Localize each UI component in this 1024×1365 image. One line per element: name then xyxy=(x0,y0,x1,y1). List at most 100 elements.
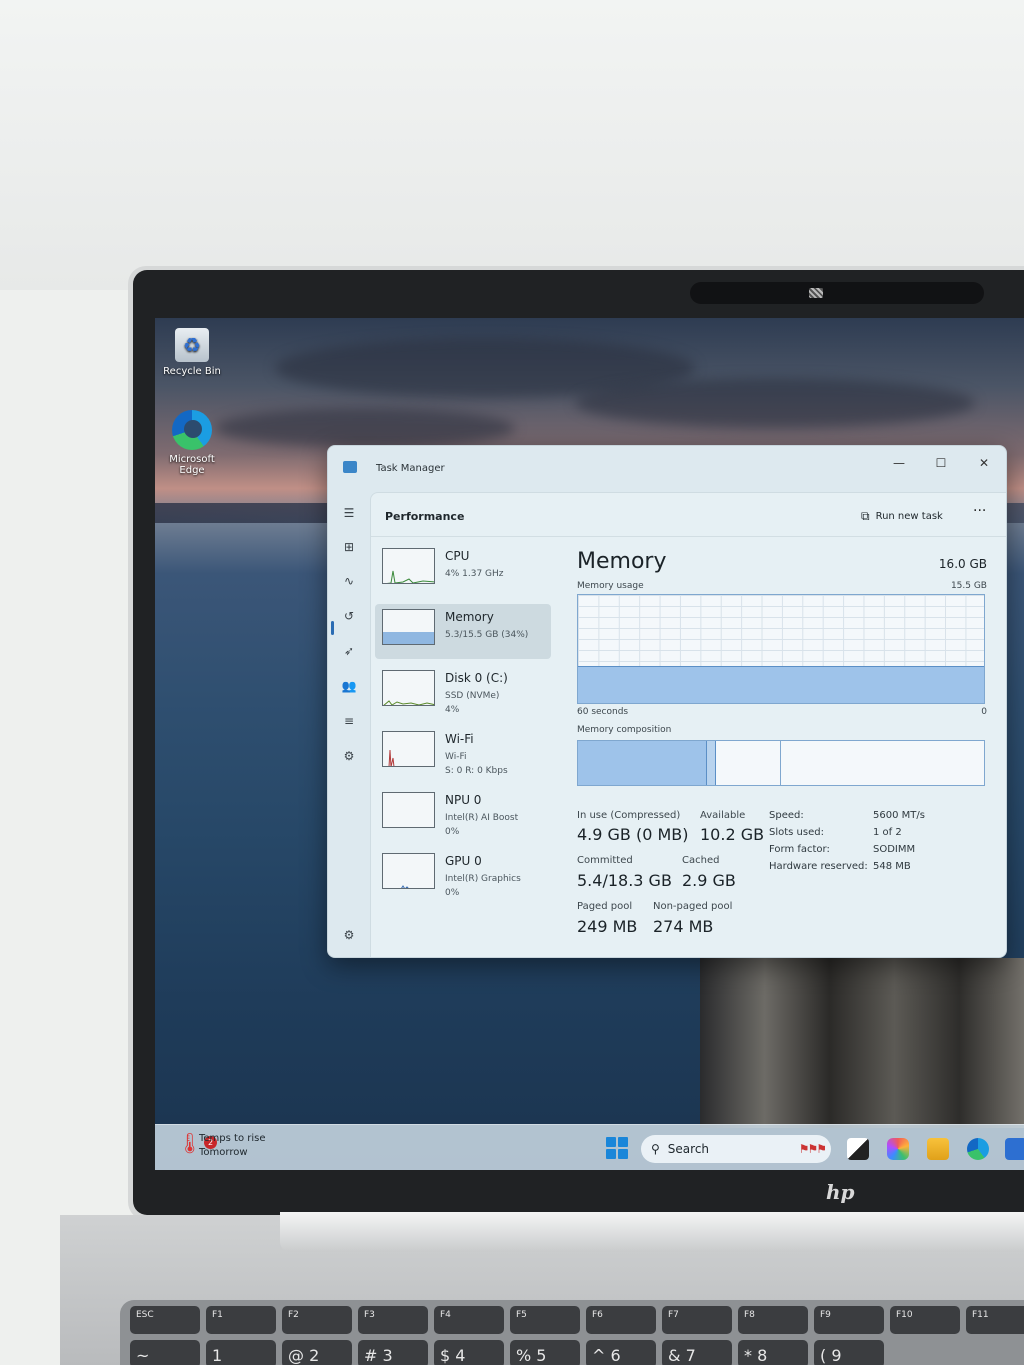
memory-thumbnail-fill xyxy=(383,632,434,644)
desktop-icon-label: Microsoft Edge xyxy=(169,454,215,476)
resource-item-cpu[interactable]: CPU 4% 1.37 GHz xyxy=(375,543,551,598)
key-f3[interactable]: F3 xyxy=(358,1306,428,1334)
details-icon[interactable]: ≡ xyxy=(337,710,361,732)
nonpaged-pool-value: 274 MB xyxy=(653,917,714,936)
resource-subtitle: Wi-Fi S: 0 R: 0 Kbps xyxy=(445,750,508,778)
resource-subtitle-line: Intel(R) Graphics xyxy=(445,874,521,884)
key-f1[interactable]: F1 xyxy=(206,1306,276,1334)
wallpaper-cloud xyxy=(215,408,515,448)
key-f2[interactable]: F2 xyxy=(282,1306,352,1334)
processes-icon[interactable]: ⊞ xyxy=(337,536,361,558)
performance-icon[interactable]: ∿ xyxy=(337,570,361,592)
webcam-bar xyxy=(690,282,984,304)
slots-used-value: 1 of 2 xyxy=(873,827,902,838)
composition-standby[interactable] xyxy=(716,741,782,785)
key-number[interactable]: @ 2 xyxy=(282,1340,352,1365)
resource-subtitle-line: 0% xyxy=(445,827,460,837)
resource-name: CPU xyxy=(445,549,470,563)
app-history-icon[interactable]: ↺ xyxy=(337,605,361,627)
key-number[interactable]: ~ xyxy=(130,1340,200,1365)
key-number[interactable]: $ 4 xyxy=(434,1340,504,1365)
slots-used-label: Slots used: xyxy=(769,827,824,838)
speed-label: Speed: xyxy=(769,810,804,821)
startup-apps-icon[interactable]: ➶ xyxy=(337,640,361,662)
start-button[interactable] xyxy=(606,1137,628,1159)
memory-usage-graph xyxy=(577,594,985,704)
available-label: Available xyxy=(700,810,746,821)
edge-taskbar-icon[interactable] xyxy=(967,1138,989,1160)
cached-value: 2.9 GB xyxy=(682,871,736,890)
minimize-button[interactable]: — xyxy=(879,452,919,474)
resource-item-gpu[interactable]: GPU 0 Intel(R) Graphics 0% xyxy=(375,848,551,903)
resource-item-memory[interactable]: Memory 5.3/15.5 GB (34%) xyxy=(375,604,551,659)
key-f7[interactable]: F7 xyxy=(662,1306,732,1334)
resource-name: Wi-Fi xyxy=(445,732,474,746)
resource-item-disk[interactable]: Disk 0 (C:) SSD (NVMe) 4% xyxy=(375,665,551,720)
in-use-label: In use (Compressed) xyxy=(577,810,681,821)
services-icon[interactable]: ⚙ xyxy=(337,745,361,767)
users-icon[interactable]: 👥 xyxy=(337,675,361,697)
key-number[interactable]: % 5 xyxy=(510,1340,580,1365)
resource-item-npu[interactable]: NPU 0 Intel(R) AI Boost 0% xyxy=(375,787,551,842)
wallpaper-pier xyxy=(700,958,1024,1128)
key-number[interactable]: # 3 xyxy=(358,1340,428,1365)
key-f11[interactable]: F11 xyxy=(966,1306,1024,1334)
settings-icon[interactable]: ⚙ xyxy=(337,924,361,946)
function-key-row: ESC F1 F2 F3 F4 F5 F6 F7 F8 F9 F10 F11 xyxy=(130,1306,1024,1334)
desktop-icon-edge[interactable]: Microsoft Edge xyxy=(163,410,221,476)
resource-subtitle: Intel(R) AI Boost 0% xyxy=(445,811,518,839)
disk-sparkline xyxy=(383,700,434,705)
close-button[interactable]: ✕ xyxy=(964,452,1004,474)
desktop-icon-label: Recycle Bin xyxy=(163,366,221,377)
resource-subtitle-line: Intel(R) AI Boost xyxy=(445,813,519,823)
screen: ♻ Recycle Bin Microsoft Edge Task Manage… xyxy=(155,318,1024,1170)
memory-usage-fill xyxy=(578,666,984,703)
key-esc[interactable]: ESC xyxy=(130,1306,200,1334)
key-number[interactable]: ^ 6 xyxy=(586,1340,656,1365)
taskbar-search[interactable]: ⚲ Search ⚑⚑⚑ xyxy=(641,1135,831,1163)
desktop-icon-recycle-bin[interactable]: ♻ Recycle Bin xyxy=(163,328,221,377)
key-f9[interactable]: F9 xyxy=(814,1306,884,1334)
resource-list: CPU 4% 1.37 GHz Memory 5.3/15.5 GB (34%)… xyxy=(375,543,551,909)
memory-title: Memory xyxy=(577,549,667,574)
nonpaged-pool-label: Non-paged pool xyxy=(653,901,733,912)
available-value: 10.2 GB xyxy=(700,825,765,844)
title-bar[interactable]: Task Manager — ☐ ✕ xyxy=(328,446,1006,490)
copilot-icon[interactable] xyxy=(887,1138,909,1160)
start-logo-tile xyxy=(606,1149,616,1159)
weather-title: Temps to rise xyxy=(199,1133,266,1144)
key-f8[interactable]: F8 xyxy=(738,1306,808,1334)
key-f10[interactable]: F10 xyxy=(890,1306,960,1334)
key-f6[interactable]: F6 xyxy=(586,1306,656,1334)
maximize-button[interactable]: ☐ xyxy=(921,452,961,474)
performance-page: Performance ⧉ Run new task ··· CPU 4% 1.… xyxy=(370,492,1006,957)
resource-item-wifi[interactable]: Wi-Fi Wi-Fi S: 0 R: 0 Kbps xyxy=(375,726,551,781)
resource-thumbnail xyxy=(382,853,435,889)
resource-subtitle: 4% 1.37 GHz xyxy=(445,569,504,579)
task-manager-window: Task Manager — ☐ ✕ ☰ ⊞ ∿ ↺ ➶ 👥 ≡ ⚙ ⚙ Per… xyxy=(327,445,1007,958)
weather-widget[interactable]: 🌡 2 xyxy=(177,1131,217,1155)
memory-total: 16.0 GB xyxy=(938,557,987,571)
form-factor-value: SODIMM xyxy=(873,844,916,855)
composition-modified[interactable] xyxy=(706,741,717,785)
hamburger-icon[interactable]: ☰ xyxy=(337,502,361,524)
task-manager-app-icon xyxy=(343,461,357,473)
number-key-row: ~1 @ 2 # 3 $ 4% 5 ^ 6 & 7 * 8( 9 xyxy=(130,1340,884,1365)
store-icon[interactable] xyxy=(1005,1138,1024,1160)
resource-thumbnail xyxy=(382,670,435,706)
resource-name: Disk 0 (C:) xyxy=(445,671,508,685)
key-number[interactable]: 1 xyxy=(206,1340,276,1365)
key-f5[interactable]: F5 xyxy=(510,1306,580,1334)
more-options-button[interactable]: ··· xyxy=(973,503,986,519)
run-new-task-button[interactable]: ⧉ Run new task xyxy=(861,505,943,527)
composition-in-use[interactable] xyxy=(578,741,707,785)
search-highlight-icon: ⚑⚑⚑ xyxy=(798,1142,827,1156)
task-view-icon[interactable] xyxy=(847,1138,869,1160)
window-title: Task Manager xyxy=(376,463,445,474)
page-header: Performance ⧉ Run new task ··· xyxy=(371,493,1006,537)
file-explorer-icon[interactable] xyxy=(927,1138,949,1160)
key-number[interactable]: & 7 xyxy=(662,1340,732,1365)
key-number[interactable]: * 8 xyxy=(738,1340,808,1365)
key-f4[interactable]: F4 xyxy=(434,1306,504,1334)
key-number[interactable]: ( 9 xyxy=(814,1340,884,1365)
